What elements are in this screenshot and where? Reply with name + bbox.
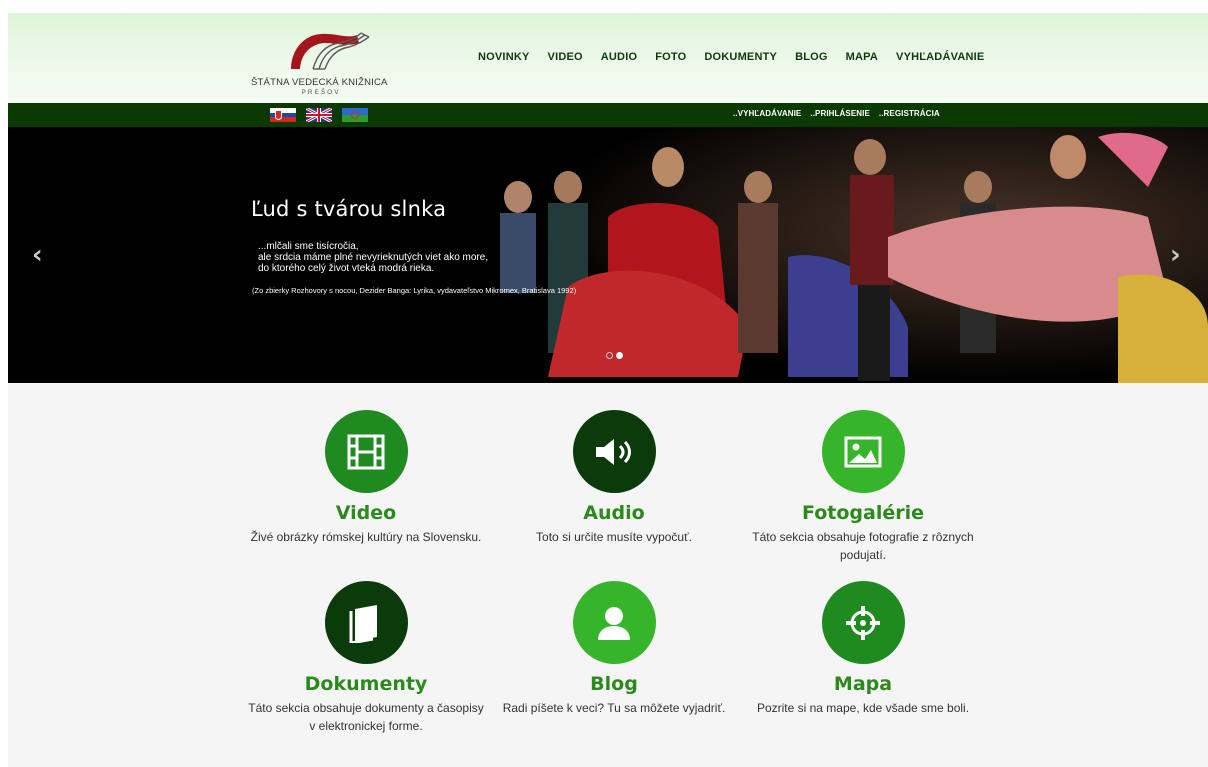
site-header: ŠTÁTNA VEDECKÁ KNIŽNICA PREŠOV NOVINKY V… — [8, 13, 1208, 103]
card-fotogalerie: Fotogalérie Táto sekcia obsahuje fotogra… — [743, 410, 983, 564]
util-link-search[interactable]: ..VYHĽADÁVANIE — [733, 109, 801, 118]
audio-circle[interactable] — [572, 410, 656, 493]
volume-icon — [596, 438, 631, 465]
feature-grid: Video Živé obrázky rómskej kultúry na Sl… — [8, 383, 1208, 767]
card-blog: Blog Radi píšete k veci? Tu sa môžete vy… — [494, 581, 734, 717]
utility-nav: ..VYHĽADÁVANIE ..PRIHLÁSENIE ..REGISTRÁC… — [733, 109, 940, 118]
card-title-mapa[interactable]: Mapa — [743, 673, 983, 695]
photo-circle[interactable] — [821, 410, 905, 493]
util-link-login[interactable]: ..PRIHLÁSENIE — [810, 109, 870, 118]
card-title-fotogalerie[interactable]: Fotogalérie — [743, 502, 983, 524]
hero-carousel: Ľud s tvárou slnka ...mlčali sme tisícro… — [8, 127, 1208, 383]
card-desc-audio: Toto si určite musíte vypočuť. — [536, 530, 692, 544]
nav-blog[interactable]: BLOG — [795, 51, 828, 63]
blog-circle[interactable] — [572, 581, 656, 664]
carousel-dot-1[interactable] — [606, 352, 613, 359]
utility-bar: ..VYHĽADÁVANIE ..PRIHLÁSENIE ..REGISTRÁC… — [8, 103, 1208, 127]
romani-flag-icon[interactable] — [342, 108, 368, 122]
hero-citation: (Zo zbierky Rozhovory s nocou, Dezider B… — [252, 286, 577, 295]
util-link-register[interactable]: ..REGISTRÁCIA — [879, 109, 940, 118]
nav-audio[interactable]: AUDIO — [601, 51, 637, 63]
chevron-left-icon[interactable]: ‹ — [32, 240, 43, 270]
card-audio: Audio Toto si určite musíte vypočuť. — [494, 410, 734, 546]
card-title-video[interactable]: Video — [246, 502, 486, 524]
nav-dokumenty[interactable]: DOKUMENTY — [704, 51, 777, 63]
nav-mapa[interactable]: MAPA — [846, 51, 878, 63]
card-dokumenty: Dokumenty Táto sekcia obsahuje dokumenty… — [246, 581, 486, 735]
user-icon — [598, 606, 630, 640]
slovak-flag-icon[interactable] — [270, 108, 296, 122]
nav-novinky[interactable]: NOVINKY — [478, 51, 530, 63]
hero-poem: ...mlčali sme tisícročia, ale srdcia mám… — [258, 241, 489, 274]
chevron-right-icon[interactable]: › — [1170, 240, 1181, 270]
film-icon — [347, 434, 385, 469]
hero-title: Ľud s tvárou slnka — [251, 197, 447, 221]
card-desc-mapa: Pozrite si na mape, kde všade sme boli. — [756, 701, 970, 715]
map-circle[interactable] — [821, 581, 905, 664]
hero-dancers-image — [458, 127, 1208, 383]
nav-vyhladavanie[interactable]: VYHĽADÁVANIE — [896, 51, 984, 63]
card-desc-dokumenty: Táto sekcia obsahuje dokumenty a časopis… — [248, 701, 484, 733]
book-icon — [349, 604, 377, 643]
page: ŠTÁTNA VEDECKÁ KNIŽNICA PREŠOV NOVINKY V… — [8, 13, 1208, 767]
logo-subtitle: PREŠOV — [301, 89, 341, 96]
card-video: Video Živé obrázky rómskej kultúry na Sl… — [246, 410, 486, 546]
card-desc-fotogalerie: Táto sekcia obsahuje fotografie z rôznyc… — [752, 530, 974, 562]
nav-video[interactable]: VIDEO — [548, 51, 583, 63]
card-title-blog[interactable]: Blog — [494, 673, 734, 695]
card-desc-video: Živé obrázky rómskej kultúry na Slovensk… — [250, 530, 482, 544]
carousel-dot-2[interactable] — [616, 352, 623, 359]
card-desc-blog: Radi píšete k veci? Tu sa môžete vyjadri… — [502, 701, 726, 715]
card-mapa: Mapa Pozrite si na mape, kde všade sme b… — [743, 581, 983, 717]
card-title-dokumenty[interactable]: Dokumenty — [246, 673, 486, 695]
logo-name: ŠTÁTNA VEDECKÁ KNIŽNICA — [251, 77, 388, 88]
documents-circle[interactable] — [324, 581, 408, 664]
uk-flag-icon[interactable] — [306, 108, 332, 122]
card-title-audio[interactable]: Audio — [494, 502, 734, 524]
language-switcher — [270, 108, 368, 122]
logo-emblem-icon — [291, 32, 370, 70]
carousel-indicators — [606, 352, 623, 359]
picture-icon — [844, 436, 882, 467]
video-circle[interactable] — [324, 410, 408, 493]
main-nav: NOVINKY VIDEO AUDIO FOTO DOKUMENTY BLOG … — [478, 51, 984, 63]
map-marker-icon — [846, 605, 880, 640]
nav-foto[interactable]: FOTO — [655, 51, 686, 63]
site-logo[interactable]: ŠTÁTNA VEDECKÁ KNIŽNICA PREŠOV — [251, 21, 391, 101]
